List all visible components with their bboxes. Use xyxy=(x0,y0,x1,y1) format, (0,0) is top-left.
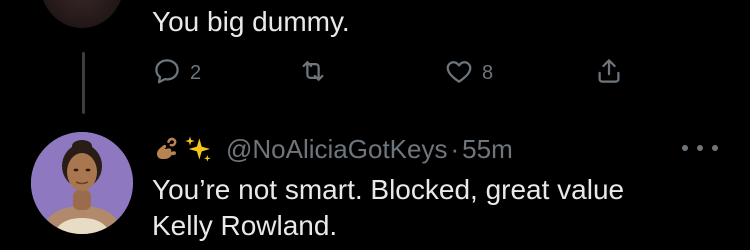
tweet-actions: 2 8 xyxy=(152,56,642,90)
retweet-button[interactable] xyxy=(298,56,336,90)
separator-dot: · xyxy=(450,133,460,164)
like-count: 8 xyxy=(482,61,494,84)
sparkles-emoji xyxy=(182,133,214,165)
tweet-text: You big dummy. xyxy=(152,6,350,37)
retweet-icon xyxy=(298,56,328,91)
pinching-hand-emoji xyxy=(152,134,182,164)
user-handle[interactable]: @NoAliciaGotKeys xyxy=(226,134,447,165)
avatar[interactable] xyxy=(31,132,133,234)
more-dot xyxy=(682,145,688,151)
thread-connector-line xyxy=(82,52,85,114)
more-icon[interactable] xyxy=(682,138,718,158)
reply-count: 2 xyxy=(190,61,202,84)
like-button[interactable]: 8 xyxy=(444,56,493,90)
share-button[interactable] xyxy=(594,56,624,90)
tweet-text: You’re not smart. Blocked, great value K… xyxy=(152,172,712,244)
tweet-timestamp[interactable]: 55m xyxy=(462,134,513,165)
tweet-text-line: Kelly Rowland. xyxy=(152,210,338,241)
more-dot xyxy=(712,145,718,151)
reply-button[interactable]: 2 xyxy=(152,56,201,90)
heart-icon xyxy=(444,56,474,91)
tweet-header: @NoAliciaGotKeys · 55m xyxy=(152,131,513,167)
tweet-text-line: You’re not smart. Blocked, great value xyxy=(152,174,625,205)
share-icon xyxy=(594,56,624,91)
more-dot xyxy=(697,145,703,151)
reply-icon xyxy=(152,56,182,91)
avatar[interactable] xyxy=(40,0,124,28)
